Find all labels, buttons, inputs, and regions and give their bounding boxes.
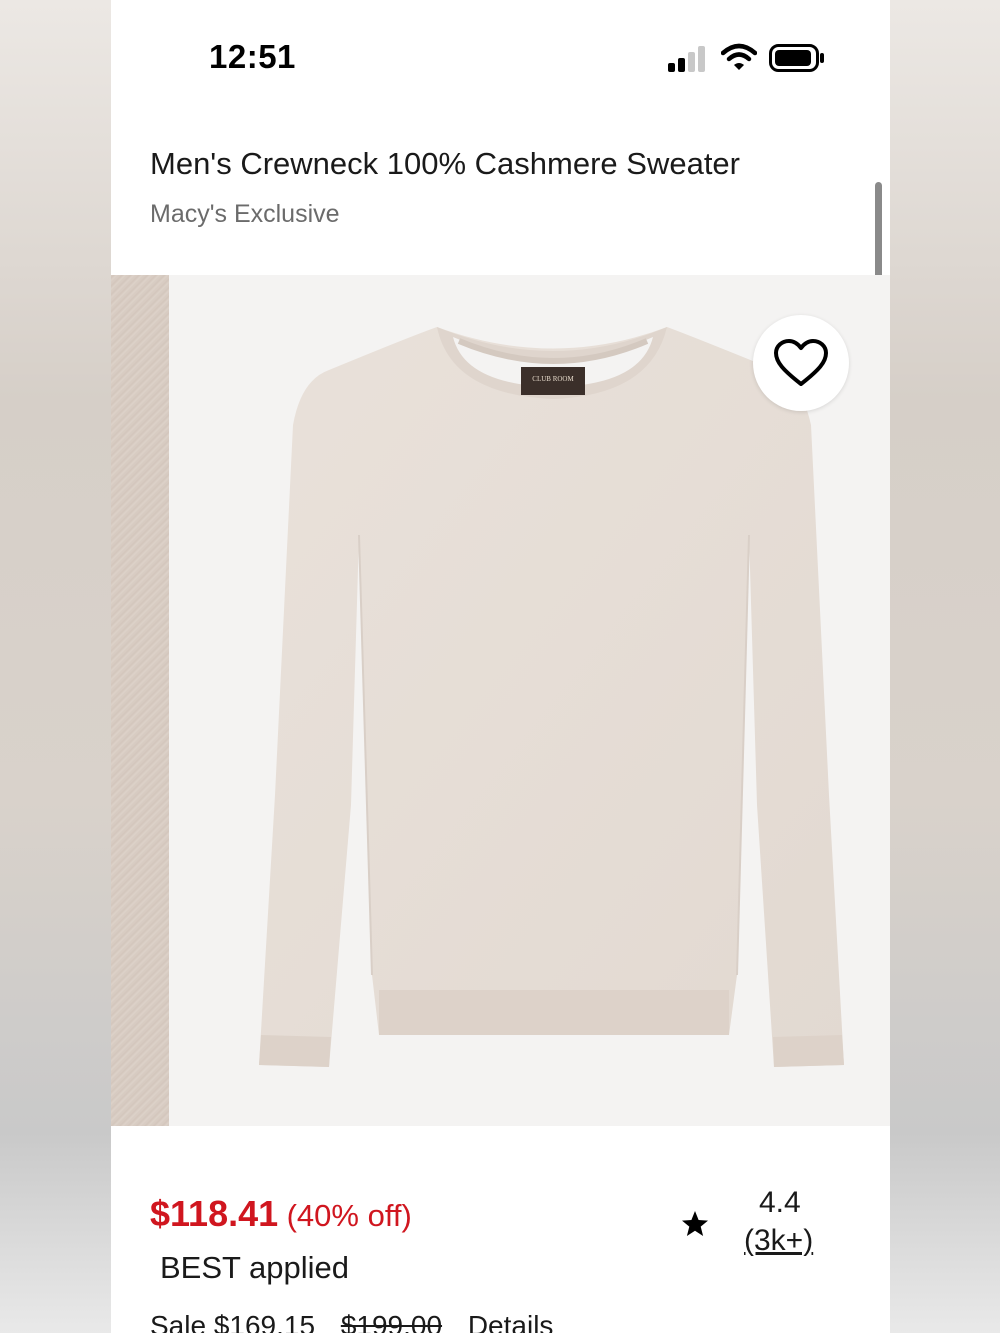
wifi-icon [721, 43, 757, 70]
background-blur-left [0, 0, 111, 1333]
product-title: Men's Crewneck 100% Cashmere Sweater [150, 146, 740, 181]
product-subtitle: Macy's Exclusive [150, 200, 340, 228]
battery-icon [769, 44, 824, 72]
rating-value: 4.4 [759, 1186, 801, 1219]
cellular-signal-icon [668, 44, 710, 72]
previous-image-peek[interactable] [111, 275, 169, 1126]
price-row: $118.41 (40% off) [150, 1193, 412, 1235]
sale-price-row: Sale $169.15 $199.00 Details [150, 1310, 553, 1333]
original-price: $199.00 [340, 1310, 443, 1333]
background-blur-right [889, 0, 1000, 1333]
sweater-image[interactable]: CLUB ROOM [189, 275, 869, 1126]
current-price: $118.41 [150, 1193, 279, 1234]
review-count-link[interactable]: (3k+) [744, 1224, 813, 1258]
sale-price: Sale $169.15 [150, 1310, 316, 1333]
status-bar: 12:51 [111, 0, 890, 110]
details-link[interactable]: Details [468, 1310, 554, 1333]
brand-label-text: CLUB ROOM [532, 375, 574, 383]
discount-percent: (40% off) [286, 1198, 412, 1233]
product-image-gallery[interactable]: CLUB ROOM [111, 275, 890, 1126]
favorite-button[interactable] [753, 315, 849, 411]
star-icon [682, 1211, 708, 1236]
status-time: 12:51 [209, 38, 296, 75]
phone-screen: 12:51 Men's Crewneck 100% Cashmere Sweat… [111, 0, 890, 1333]
heart-outline-icon [774, 339, 828, 386]
promo-applied-text: BEST applied [160, 1250, 349, 1285]
